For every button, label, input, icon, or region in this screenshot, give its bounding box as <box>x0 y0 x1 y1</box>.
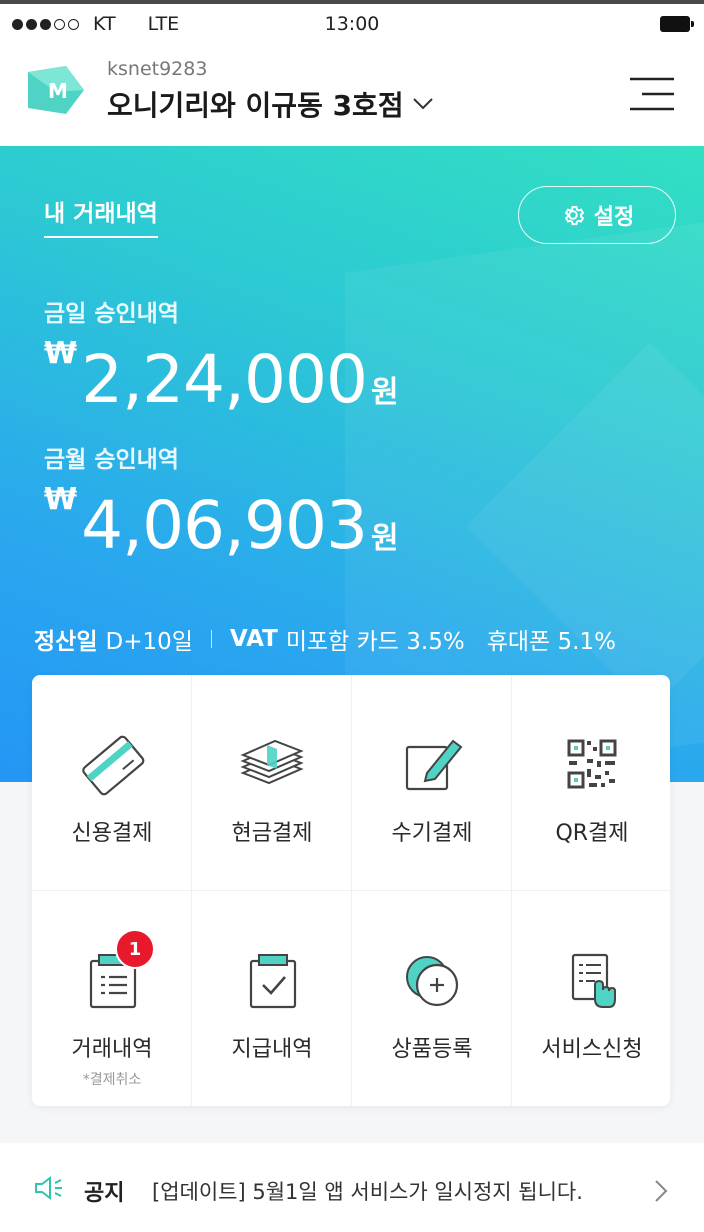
today-approval-label: 금일 승인내역 <box>44 301 179 327</box>
currency-symbol: ₩ <box>44 336 78 371</box>
currency-unit: 원 <box>371 521 399 556</box>
logo-letter: M <box>48 79 68 103</box>
menu-payout-history[interactable]: 지급내역 <box>192 891 352 1106</box>
vat-label: VAT <box>229 626 278 652</box>
qr-code-icon <box>567 739 617 789</box>
chevron-right-icon[interactable] <box>654 1179 668 1203</box>
menu-label: 서비스신청 <box>541 1037 643 1062</box>
store-name: 오니기리와 이규동 3호점 <box>107 89 404 122</box>
notice-bar[interactable]: 공지 [업데이트] 5월1일 앱 서비스가 일시정지 됩니다. <box>0 1143 704 1232</box>
status-bar: KT LTE 13:00 <box>0 0 704 44</box>
today-amount-value: 2,24,000 <box>81 341 368 418</box>
month-amount-value: 4,06,903 <box>81 487 368 564</box>
menu-qr-payment[interactable]: QR결제 <box>512 675 670 890</box>
menu-label: 수기결제 <box>391 821 473 846</box>
account-id: ksnet9283 <box>107 58 208 80</box>
settlement-value: D+10일 <box>105 629 193 655</box>
add-product-icon <box>406 956 459 1007</box>
menu-transaction-history[interactable]: 1 거래내역 *결제취소 <box>32 891 192 1106</box>
credit-card-icon <box>82 735 145 796</box>
notice-text: [업데이트] 5월1일 앱 서비스가 일시정지 됩니다. <box>152 1180 583 1204</box>
megaphone-icon <box>35 1176 62 1200</box>
menu-credit-payment[interactable]: 신용결제 <box>32 675 192 890</box>
app-header: M ksnet9283 오니기리와 이규동 3호점 <box>0 44 704 146</box>
phone-fee: 휴대폰 5.1% <box>486 629 616 655</box>
settlement-label: 정산일 <box>34 629 98 655</box>
clock: 13:00 <box>324 13 380 35</box>
menu-label: 거래내역 <box>71 1037 153 1062</box>
tab-my-transactions[interactable]: 내 거래내역 <box>44 194 158 238</box>
currency-unit: 원 <box>371 375 399 410</box>
settings-label: 설정 <box>593 205 635 230</box>
chevron-down-icon <box>412 98 433 110</box>
settings-button[interactable]: 설정 <box>518 186 676 244</box>
menu-label: 현금결제 <box>231 821 313 846</box>
cash-stack-icon <box>240 739 304 785</box>
month-approval-label: 금월 승인내역 <box>44 447 179 473</box>
month-approval-amount: ₩ 4,06,903 원 <box>44 482 399 559</box>
menu-label: 상품등록 <box>391 1037 473 1062</box>
menu-cash-payment[interactable]: 현금결제 <box>192 675 352 890</box>
gear-icon <box>564 206 584 226</box>
payment-menu-grid: 신용결제 현금결제 수기결제 QR결제 1 거래내역 *결제취소 지급내역 상품… <box>32 675 670 1106</box>
store-selector[interactable]: 오니기리와 이규동 3호점 <box>107 84 434 124</box>
notice-label: 공지 <box>84 1181 125 1206</box>
menu-product-registration[interactable]: 상품등록 <box>352 891 512 1106</box>
menu-label: 신용결제 <box>71 821 153 846</box>
menu-sublabel: *결제취소 <box>82 1072 142 1088</box>
clipboard-check-icon <box>249 954 297 1009</box>
pencil-edit-icon <box>405 739 463 791</box>
notification-badge: 1 <box>115 929 155 969</box>
hamburger-menu-icon[interactable] <box>630 77 674 111</box>
divider <box>210 630 212 648</box>
menu-manual-payment[interactable]: 수기결제 <box>352 675 512 890</box>
document-tap-icon <box>571 953 616 1008</box>
vat-card-fee: 미포함 카드 3.5% <box>285 629 465 655</box>
currency-symbol: ₩ <box>44 482 78 517</box>
menu-service-application[interactable]: 서비스신청 <box>512 891 670 1106</box>
settlement-info: 정산일 D+10일 VAT 미포함 카드 3.5% 휴대폰 5.1% <box>34 622 616 656</box>
app-logo-icon: M <box>28 66 84 114</box>
menu-label: 지급내역 <box>231 1037 313 1062</box>
today-approval-amount: ₩ 2,24,000 원 <box>44 336 399 413</box>
battery-icon <box>660 16 694 32</box>
menu-label: QR결제 <box>555 821 629 846</box>
transaction-history-icon-wrap: 1 <box>77 929 155 1015</box>
